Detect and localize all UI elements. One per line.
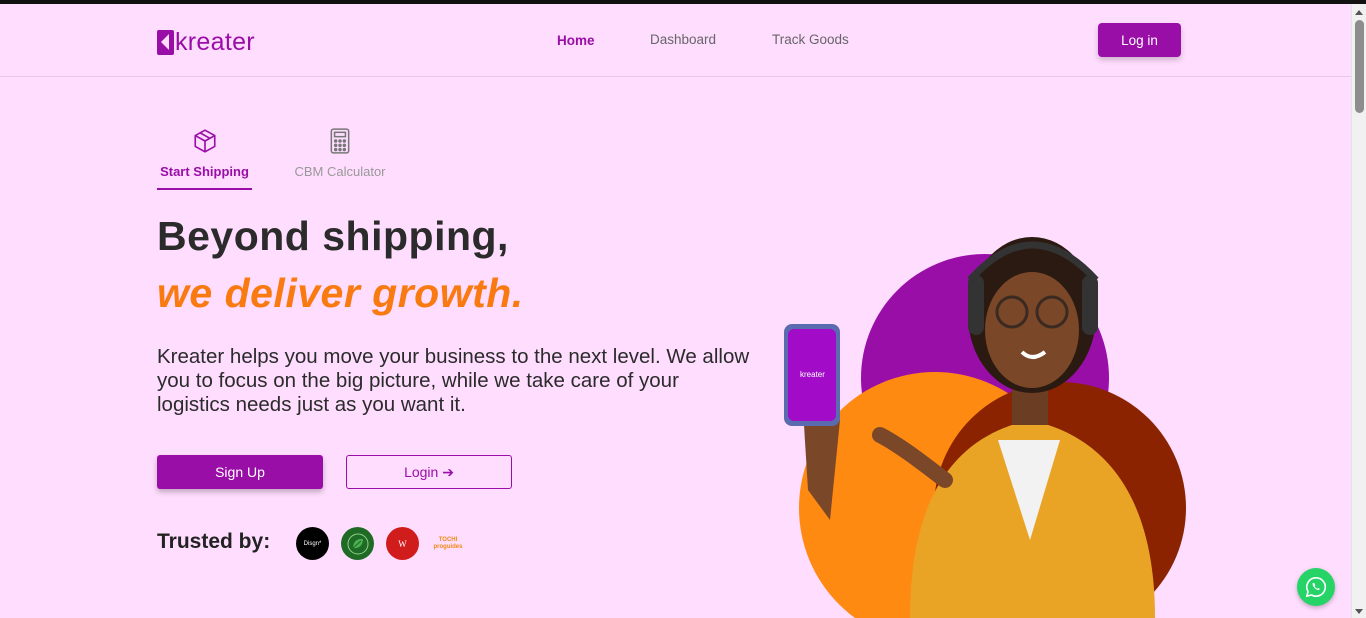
- signup-button[interactable]: Sign Up: [157, 455, 323, 489]
- whatsapp-chat-button[interactable]: [1297, 568, 1335, 606]
- partner-logo-leaf: [341, 527, 374, 560]
- partner-disgn-text: Disgn*: [303, 540, 322, 547]
- vertical-scrollbar[interactable]: [1351, 4, 1366, 618]
- header-login-button[interactable]: Log in: [1098, 23, 1181, 57]
- scroll-up-arrow-icon[interactable]: [1355, 10, 1363, 15]
- phone-brand-text: kreater: [800, 370, 825, 379]
- partner-proguides-top: TOCHI: [438, 536, 458, 543]
- nav-home[interactable]: Home: [557, 33, 595, 48]
- whatsapp-icon: [1305, 577, 1327, 598]
- logo-text: kreater: [175, 28, 255, 56]
- active-tab-underline: [157, 188, 252, 190]
- partner-proguides-text: proguides: [433, 543, 463, 550]
- tab-start-shipping-label: Start Shipping: [160, 164, 249, 179]
- login-button[interactable]: Login ➔: [346, 455, 512, 489]
- calculator-icon: [330, 128, 350, 154]
- box-icon: [193, 129, 216, 153]
- kreater-logo[interactable]: kreater: [157, 28, 255, 57]
- partner-logo-disgn: Disgn*: [296, 527, 329, 560]
- tab-start-shipping[interactable]: Start Shipping: [157, 128, 252, 179]
- leaf-icon: [347, 533, 368, 554]
- hero-illustration: kreater: [784, 237, 1186, 618]
- tab-cbm-calculator-label: CBM Calculator: [294, 164, 386, 179]
- tab-cbm-calculator[interactable]: CBM Calculator: [290, 128, 390, 179]
- partner-logo-proguides: TOCHI proguides: [430, 527, 466, 560]
- site-header: kreater Home Dashboard Track Goods Log i…: [0, 4, 1351, 77]
- partner-logo-w: W: [386, 527, 419, 560]
- trusted-by-label: Trusted by:: [157, 530, 271, 553]
- scrollbar-thumb[interactable]: [1355, 20, 1364, 113]
- hero-headline: Beyond shipping,: [157, 213, 509, 259]
- phone-in-hand: kreater: [784, 324, 840, 520]
- hero-subheadline: we deliver growth.: [157, 270, 524, 316]
- hero-description: Kreater helps you move your business to …: [157, 345, 750, 416]
- partner-w-text: W: [398, 538, 407, 549]
- nav-dashboard[interactable]: Dashboard: [650, 32, 716, 47]
- scroll-down-arrow-icon[interactable]: [1355, 609, 1363, 614]
- kreater-logo-icon: [157, 30, 174, 55]
- nav-track-goods[interactable]: Track Goods: [772, 32, 849, 47]
